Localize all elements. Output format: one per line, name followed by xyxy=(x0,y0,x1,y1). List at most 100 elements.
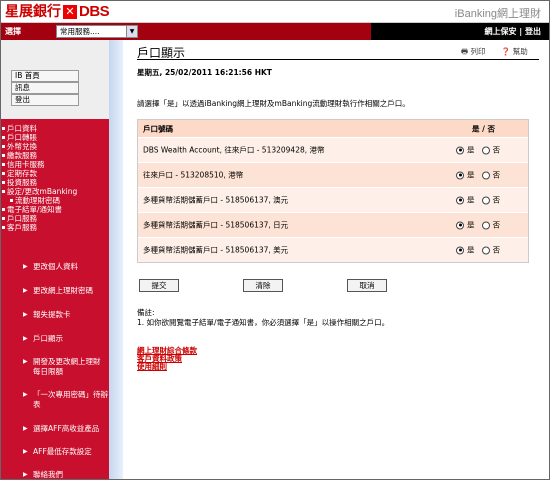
nav-account-services[interactable]: 戶口服務 xyxy=(2,214,37,223)
no-label: 否 xyxy=(492,245,501,255)
clear-button[interactable]: 清除 xyxy=(243,279,283,292)
help-button[interactable]: ❓ 幫助 xyxy=(501,46,528,57)
logo-chinese: 星展銀行 xyxy=(5,4,61,20)
account-table: 戶口號碼 是 / 否 DBS Wealth Account, 往來戶口 - 51… xyxy=(137,119,529,263)
yes-label: 是 xyxy=(467,145,475,155)
yes-radio[interactable] xyxy=(456,196,464,204)
instruction-text: 請選擇「是」以透過iBanking網上理財及mBanking流動理財執行作相關之… xyxy=(137,99,410,108)
account-cell: 多種貨幣活期儲蓄戶口 - 518506137, 日元 xyxy=(143,220,289,230)
no-radio[interactable] xyxy=(481,171,490,179)
sub-daily-limit[interactable]: ▶ 開發及更改網上理財 每日限額 xyxy=(23,357,109,377)
arrow-icon: ▶ xyxy=(23,263,28,270)
sub-label: 更改個人資料 xyxy=(33,262,78,271)
note-title: 備註: xyxy=(137,308,155,317)
ib-home-button[interactable]: IB 首頁 xyxy=(11,70,79,82)
printer-icon: 🖶 xyxy=(461,47,469,56)
no-radio[interactable] xyxy=(481,221,490,229)
nav-investment[interactable]: 投資服務 xyxy=(2,178,37,187)
sub-contact-us[interactable]: ▶ 聯絡我們 xyxy=(23,470,109,480)
sub-account-display[interactable]: ▶ 戶口顯示 xyxy=(23,334,109,344)
yesno-cell: 是 否 xyxy=(456,245,500,256)
col-account-header: 戶口號碼 xyxy=(143,124,173,133)
dropdown-value: 常用服務.... xyxy=(60,27,100,36)
dbs-logo: 星展銀行 ✕ DBS xyxy=(5,3,110,21)
nav-time-deposit[interactable]: 定期存款 xyxy=(2,169,37,178)
logout-link[interactable]: 登出 xyxy=(525,27,541,36)
yesno-cell: 是 否 xyxy=(456,145,500,156)
sub-aff-min-deposit[interactable]: ▶ AFF最低存款設定 xyxy=(23,447,109,457)
sub-label: 報失提款卡 xyxy=(33,310,71,319)
yesno-cell: 是 否 xyxy=(456,170,500,181)
sub-report-card-loss[interactable]: ▶ 報失提款卡 xyxy=(23,310,109,320)
usage-terms-link[interactable]: 使用細則 xyxy=(137,361,167,372)
account-cell: 多種貨幣活期儲蓄戶口 - 518506137, 澳元 xyxy=(143,195,289,205)
title-divider xyxy=(137,59,539,60)
nav-estatement[interactable]: 電子結單/通知書 xyxy=(1,205,62,214)
quick-services-dropdown[interactable]: 常用服務.... ▼ xyxy=(56,25,138,38)
table-row: 往來戶口 - 513208510, 港幣 是 否 xyxy=(138,162,528,187)
nav-customer-services[interactable]: 客戶服務 xyxy=(2,223,37,232)
product-name: iBanking網上理財 xyxy=(454,8,541,20)
arrow-icon: ▶ xyxy=(23,287,28,294)
no-label: 否 xyxy=(492,170,501,180)
top-links: 網上保安 | 登出 xyxy=(484,27,542,36)
print-button[interactable]: 🖶 列印 xyxy=(461,46,485,59)
no-radio[interactable] xyxy=(481,246,490,254)
yes-label: 是 xyxy=(467,195,475,205)
sub-update-profile[interactable]: ▶ 更改個人資料 xyxy=(23,262,109,272)
nav-credit-card[interactable]: 信用卡服務 xyxy=(2,160,45,169)
note-item: 1. 如你欲閱覽電子結單/電子通知書，你必須選擇「是」以操作相關之戶口。 xyxy=(137,318,390,327)
arrow-icon: ▶ xyxy=(23,391,28,398)
help-label: 幫助 xyxy=(512,47,528,56)
arrow-icon: ▶ xyxy=(23,448,28,455)
nav-fx[interactable]: 外幣兌換 xyxy=(2,142,37,151)
yes-label: 是 xyxy=(467,170,475,180)
sub-label: 更改網上理財密碼 xyxy=(33,286,93,295)
yes-radio[interactable] xyxy=(456,246,464,254)
main-content: 戶口顯示 🖶 列印 ❓ 幫助 星期五, 25/02/2011 16:21:56 … xyxy=(123,40,549,479)
dropdown-arrow-icon[interactable]: ▼ xyxy=(126,26,137,37)
table-row: 多種貨幣活期儲蓄戶口 - 518506137, 美元 是 否 xyxy=(138,237,528,262)
no-radio[interactable] xyxy=(481,196,490,204)
yesno-cell: 是 否 xyxy=(456,220,500,231)
no-radio[interactable] xyxy=(481,146,490,154)
top-bar: 選擇 常用服務.... ▼ 網上保安 | 登出 xyxy=(1,23,549,40)
yes-radio[interactable] xyxy=(456,221,464,229)
help-icon: ❓ xyxy=(501,47,511,56)
security-link[interactable]: 網上保安 xyxy=(485,27,517,36)
no-label: 否 xyxy=(492,145,501,155)
messages-button[interactable]: 訊息 xyxy=(11,82,79,94)
table-header: 戶口號碼 是 / 否 xyxy=(138,120,528,137)
nav-account-info[interactable]: 戶口資料 xyxy=(2,124,37,133)
yes-radio[interactable] xyxy=(456,146,464,154)
nav-mbanking[interactable]: 設定/更改mBanking xyxy=(1,187,77,196)
table-row: 多種貨幣活期儲蓄戶口 - 518506137, 澳元 是 否 xyxy=(138,187,528,212)
arrow-icon: ▶ xyxy=(23,425,28,432)
submit-button[interactable]: 提交 xyxy=(139,279,179,292)
nav-mbanking-line2[interactable]: 流動理財密碼 xyxy=(10,196,60,205)
sub-label-2: 每日限額 xyxy=(33,367,63,376)
account-cell: 往來戶口 - 513208510, 港幣 xyxy=(143,170,244,180)
account-cell: DBS Wealth Account, 往來戶口 - 513209428, 港幣 xyxy=(143,145,325,155)
yesno-cell: 是 否 xyxy=(456,195,500,206)
sub-label-2: 表 xyxy=(33,400,41,409)
logo-english: DBS xyxy=(79,3,110,20)
sidebar-logout-button[interactable]: 登出 xyxy=(11,94,79,106)
col-yesno-header: 是 / 否 xyxy=(472,124,495,133)
nav-transfer[interactable]: 戶口轉賬 xyxy=(2,133,37,142)
arrow-icon: ▶ xyxy=(23,335,28,342)
sub-otp-form[interactable]: ▶ 「一次專用密碼」待辦表 xyxy=(23,390,109,410)
print-label: 列印 xyxy=(470,47,486,56)
sub-change-password[interactable]: ▶ 更改網上理財密碼 xyxy=(23,286,109,296)
sub-label: 戶口顯示 xyxy=(33,334,63,343)
logo-x-icon: ✕ xyxy=(63,5,77,19)
sub-aff-product[interactable]: ▶ 選擇AFF高收益產品 xyxy=(23,424,109,434)
arrow-icon: ▶ xyxy=(23,471,28,478)
datetime: 星期五, 25/02/2011 16:21:56 HKT xyxy=(137,68,272,77)
arrow-icon: ▶ xyxy=(23,311,28,318)
sidebar-divider xyxy=(109,40,123,479)
sub-label: 選擇AFF高收益產品 xyxy=(33,424,100,433)
nav-payment[interactable]: 繳款服務 xyxy=(2,151,37,160)
yes-radio[interactable] xyxy=(456,171,464,179)
cancel-button[interactable]: 取消 xyxy=(347,279,387,292)
